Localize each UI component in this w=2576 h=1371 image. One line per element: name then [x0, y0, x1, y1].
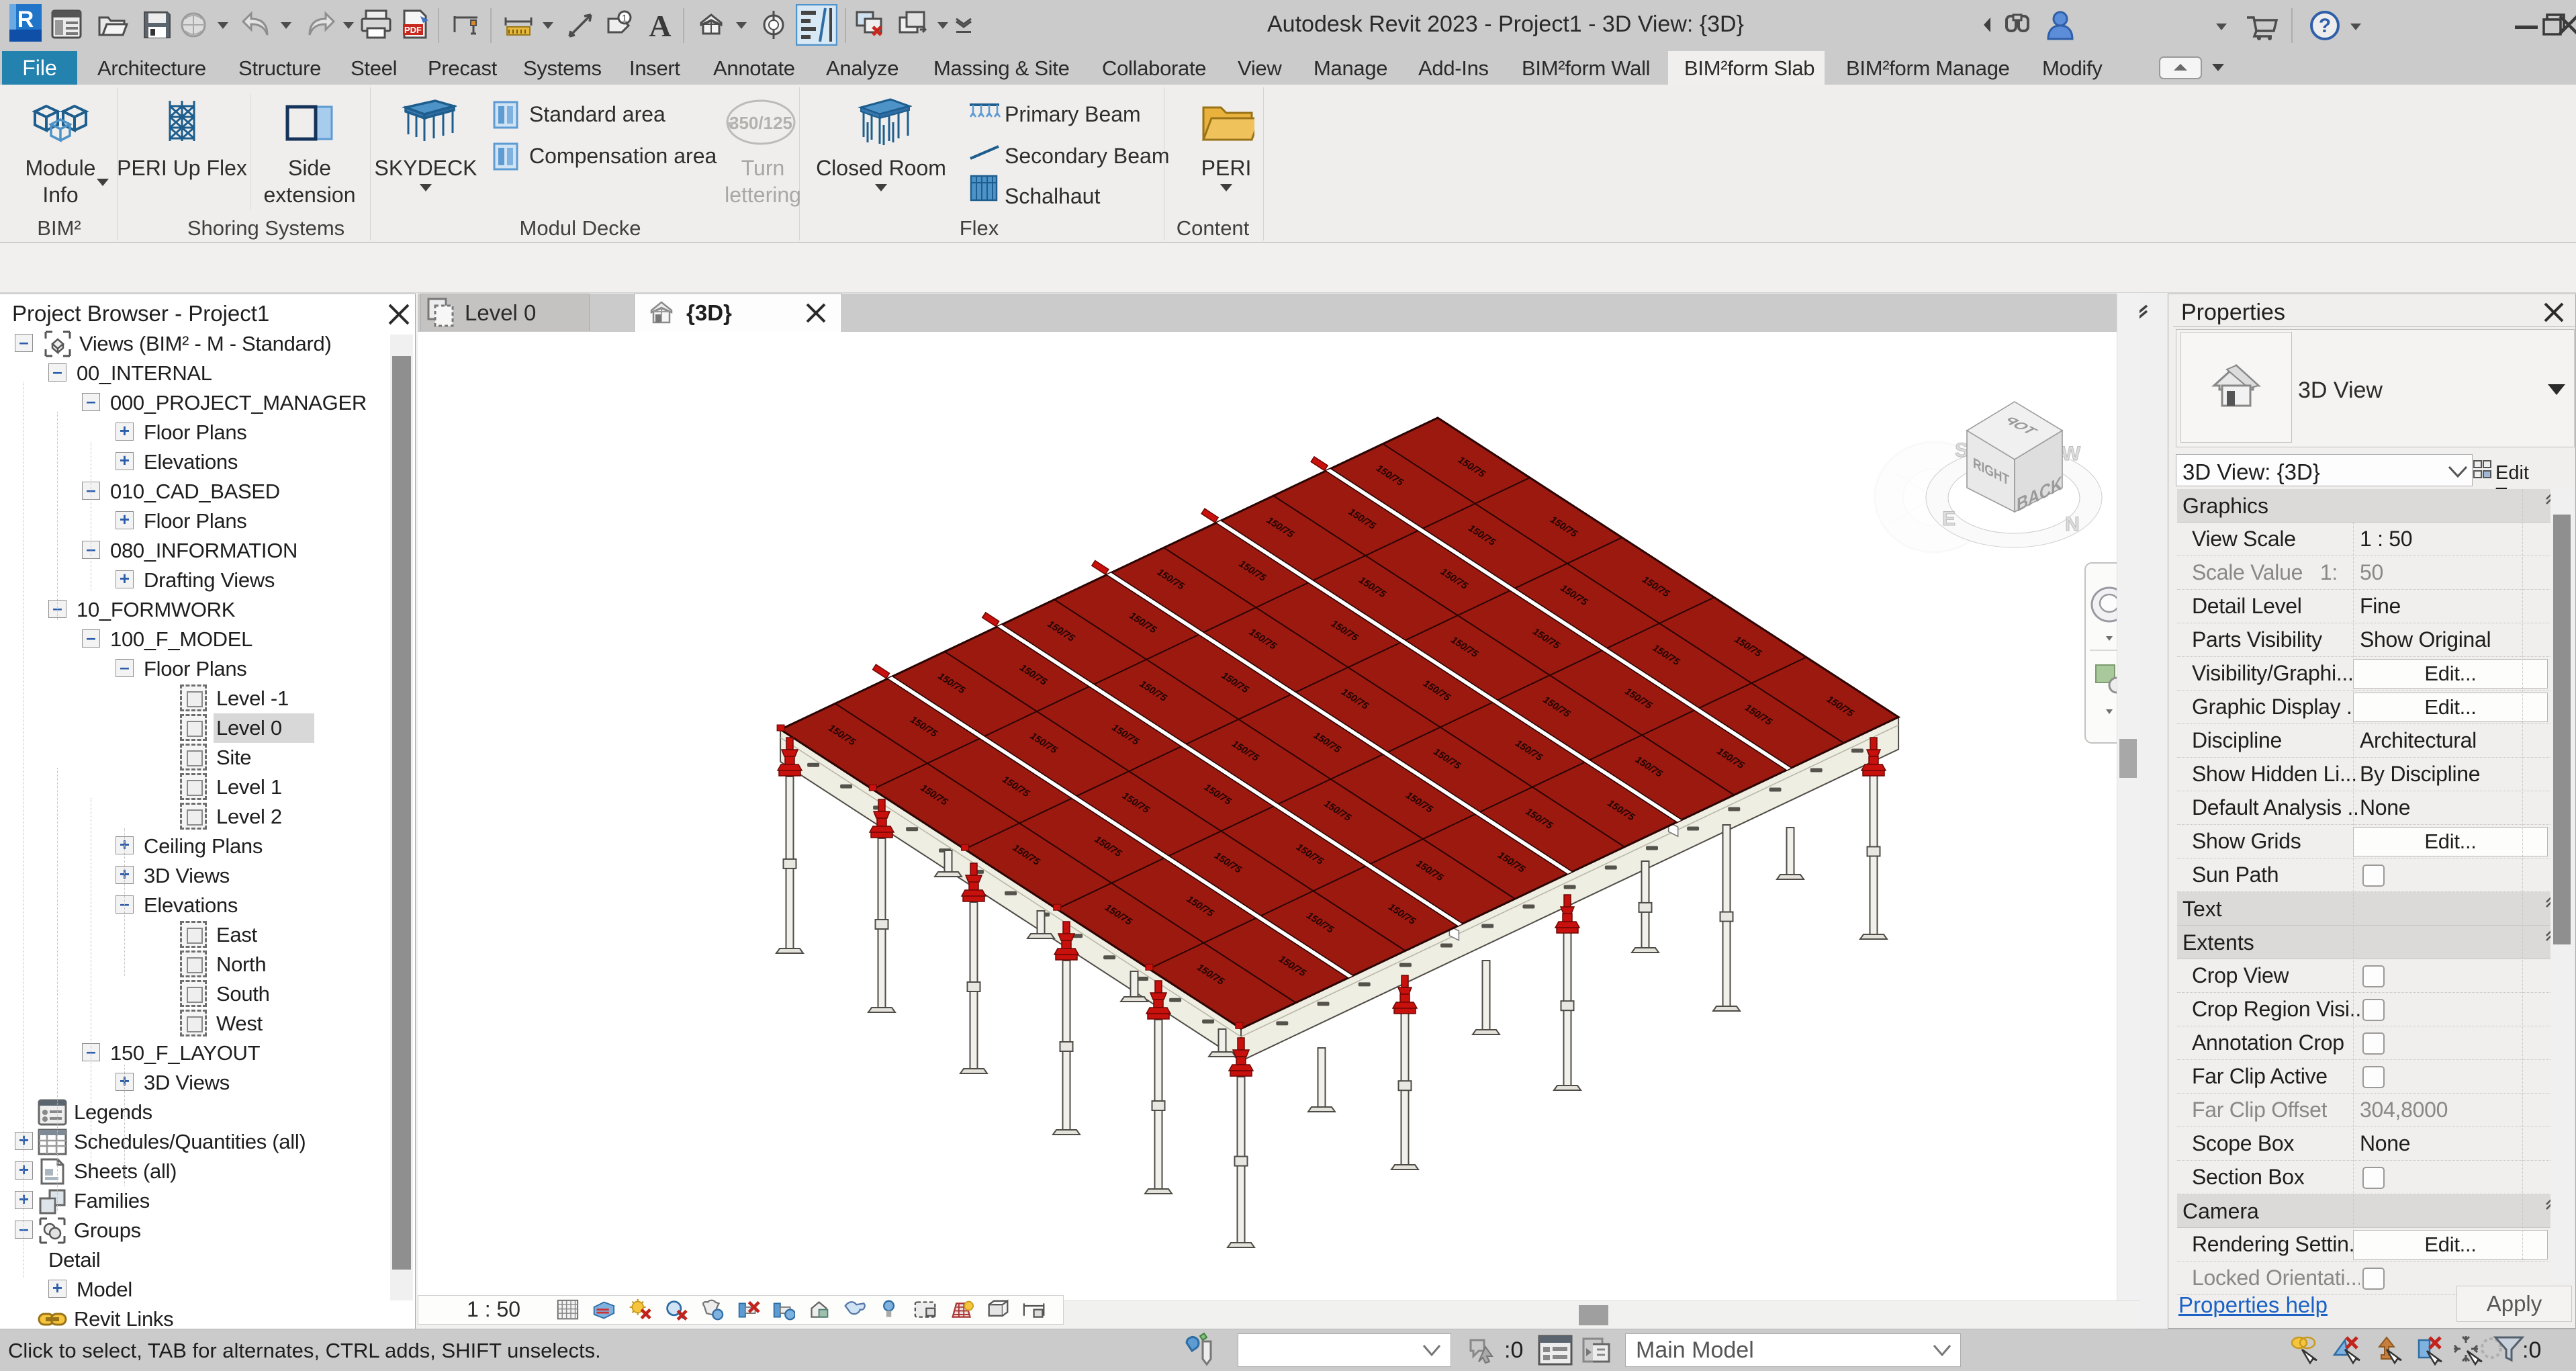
svg-text:350/125: 350/125 [729, 113, 792, 133]
svg-text:E: E [1942, 508, 1956, 530]
svg-text:PDF: PDF [404, 25, 422, 35]
svg-text:A: A [649, 9, 671, 40]
svg-text:?: ? [2319, 15, 2331, 37]
svg-text:S: S [1955, 439, 1968, 461]
svg-text:R: R [17, 7, 34, 32]
svg-text:W: W [2062, 443, 2081, 465]
svg-text:1: 1 [622, 13, 627, 24]
svg-text:N: N [2065, 513, 2080, 535]
